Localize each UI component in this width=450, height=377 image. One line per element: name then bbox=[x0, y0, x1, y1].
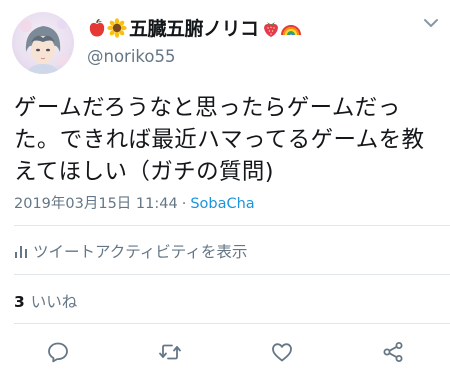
tweet-meta: 2019年03月15日 11:44 · SobaCha bbox=[14, 192, 255, 213]
tweet-timestamp[interactable]: 2019年03月15日 11:44 bbox=[14, 196, 178, 212]
meta-separator: · bbox=[181, 196, 187, 212]
display-name[interactable]: 五臓五腑ノリコ bbox=[87, 14, 301, 41]
divider bbox=[14, 225, 450, 226]
apple-icon bbox=[89, 18, 105, 36]
user-handle[interactable]: @noriko55 bbox=[87, 47, 175, 66]
like-icon[interactable] bbox=[270, 340, 294, 364]
chevron-down-icon[interactable] bbox=[422, 16, 440, 30]
divider bbox=[14, 274, 450, 275]
retweet-icon[interactable] bbox=[158, 340, 182, 364]
bar-chart-icon bbox=[15, 246, 27, 258]
tweet-text: ゲームだろうなと思ったらゲームだった。できれば最近ハマってるゲームを教えてほしい… bbox=[14, 95, 425, 185]
tweet-activity-link[interactable]: ツイートアクティビティを表示 bbox=[14, 240, 247, 262]
share-icon[interactable] bbox=[381, 340, 405, 364]
likes-number: 3 bbox=[14, 293, 25, 311]
strawberry-icon bbox=[263, 21, 278, 37]
divider bbox=[14, 323, 450, 324]
avatar-illustration bbox=[20, 19, 70, 74]
likes-count[interactable]: 3 いいね bbox=[14, 290, 77, 312]
likes-label: いいね bbox=[30, 293, 78, 311]
tweet-source-link[interactable]: SobaCha bbox=[190, 196, 254, 212]
display-name-text: 五臓五腑ノリコ bbox=[129, 18, 259, 40]
reply-icon[interactable] bbox=[46, 340, 70, 364]
tweet-actions bbox=[0, 334, 450, 368]
tweet-activity-label: ツイートアクティビティを表示 bbox=[33, 243, 248, 261]
rainbow-icon bbox=[280, 24, 301, 35]
avatar[interactable] bbox=[12, 12, 74, 74]
sunflower-icon bbox=[107, 17, 127, 38]
